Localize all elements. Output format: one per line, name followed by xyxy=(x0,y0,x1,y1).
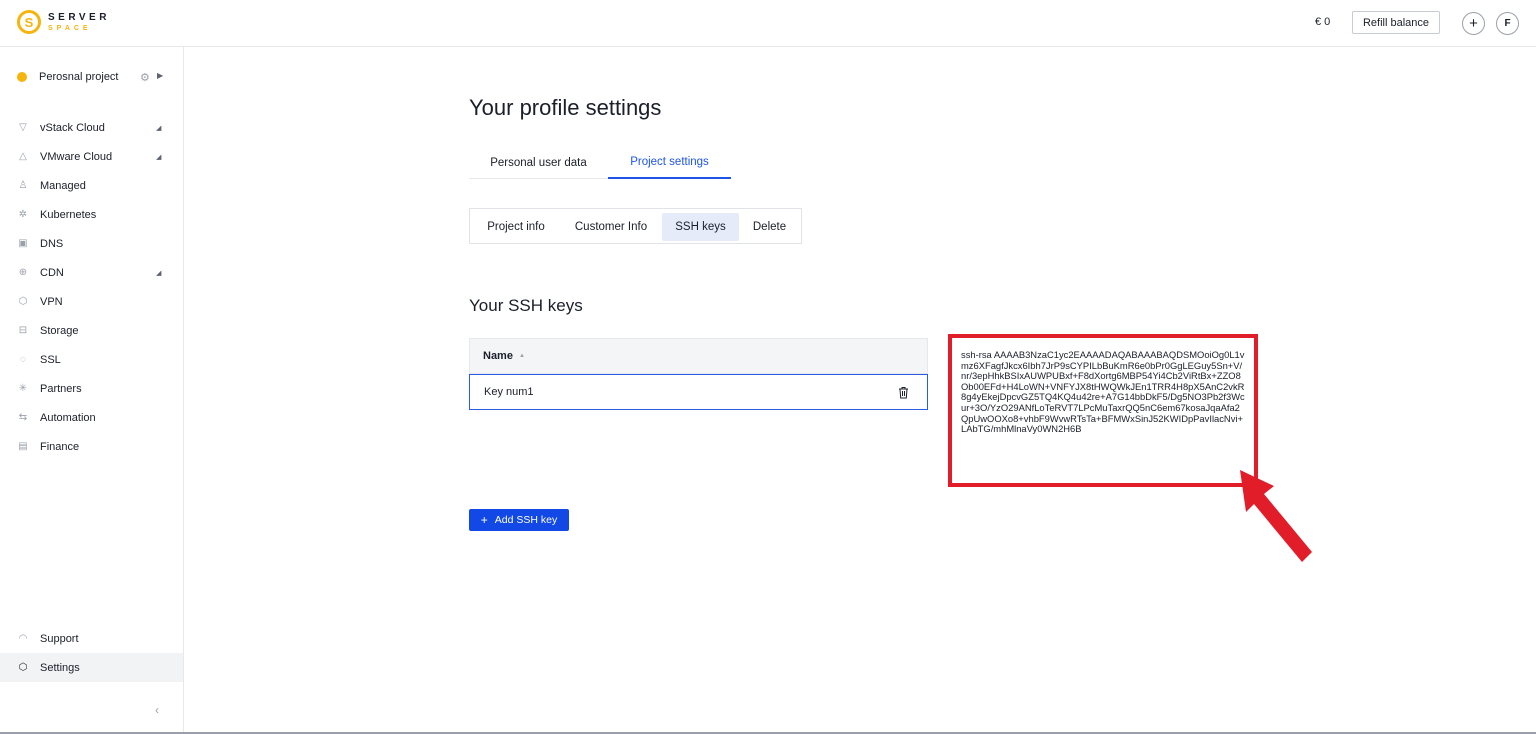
ssh-keys-table: Name ▲ Key num1 xyxy=(469,338,928,410)
sidebar-item-label: Partners xyxy=(40,382,82,395)
table-header-name[interactable]: Name ▲ xyxy=(469,338,928,374)
logo-icon: S xyxy=(17,10,41,34)
project-dot-icon xyxy=(17,72,27,82)
expand-caret-icon[interactable]: ◢ xyxy=(156,269,161,277)
expand-caret-icon[interactable]: ◢ xyxy=(156,124,161,132)
subtab-project-info[interactable]: Project info xyxy=(474,213,558,241)
sidebar-item-label: SSL xyxy=(40,353,61,366)
profile-tabs: Personal user data Project settings xyxy=(469,146,731,179)
sidebar-item-kubernetes[interactable]: ✲ Kubernetes xyxy=(0,200,183,229)
project-name: Perosnal project xyxy=(39,71,119,83)
add-icon[interactable]: + xyxy=(1462,12,1485,35)
sidebar-item-label: VMware Cloud xyxy=(40,150,113,163)
sidebar: Perosnal project ⚙ ▶ ▽ vStack Cloud ◢ △ VMwa… xyxy=(0,47,184,734)
page-title: Your profile settings xyxy=(469,95,662,120)
sidebar-item-label: CDN xyxy=(40,266,64,279)
tab-personal-user-data[interactable]: Personal user data xyxy=(469,146,608,179)
sidebar-item-ssl[interactable]: ◌ SSL xyxy=(0,345,183,374)
top-header: S SERVER SPACE € 0 Refill balance + F xyxy=(0,0,1536,47)
logo-text: SERVER SPACE xyxy=(48,11,110,32)
asterisk-icon: ✳ xyxy=(18,383,28,394)
sidebar-item-support[interactable]: ◠ Support xyxy=(0,624,183,653)
ssh-keys-heading: Your SSH keys xyxy=(469,296,583,315)
subtab-customer-info[interactable]: Customer Info xyxy=(563,213,659,241)
column-name-label: Name xyxy=(483,350,513,362)
sidebar-item-finance[interactable]: ▤ Finance xyxy=(0,432,183,461)
sidebar-item-label: Finance xyxy=(40,440,80,453)
ssh-key-name: Key num1 xyxy=(484,386,534,398)
logo-text-bottom: SPACE xyxy=(48,24,92,32)
sidebar-item-label: VPN xyxy=(40,295,63,308)
serverspace-logo[interactable]: S SERVER SPACE xyxy=(17,10,110,34)
subtab-ssh-keys[interactable]: SSH keys xyxy=(662,213,739,241)
sidebar-item-dns[interactable]: ▣ DNS xyxy=(0,229,183,258)
red-arrow-icon xyxy=(1240,470,1312,562)
helm-icon: ✲ xyxy=(18,209,28,220)
add-ssh-key-label: Add SSH key xyxy=(494,514,558,526)
refill-balance-button[interactable]: Refill balance xyxy=(1352,11,1440,34)
sidebar-item-label: Automation xyxy=(40,411,96,424)
sidebar-item-storage[interactable]: ⊟ Storage xyxy=(0,316,183,345)
plus-icon: + xyxy=(480,513,488,527)
shield-icon: ⬡ xyxy=(18,296,28,307)
dns-icon: ▣ xyxy=(18,238,28,249)
triangle-down-icon: ▽ xyxy=(19,122,27,133)
sidebar-item-label: Support xyxy=(40,632,79,645)
sidebar-item-label: Settings xyxy=(40,661,80,674)
document-icon: ▤ xyxy=(18,441,28,452)
sidebar-item-label: Managed xyxy=(40,179,86,192)
lock-shield-icon: ◌ xyxy=(20,354,26,365)
subtab-delete[interactable]: Delete xyxy=(742,213,797,241)
globe-icon: ⊕ xyxy=(18,267,28,278)
collapse-sidebar-icon[interactable]: ‹ xyxy=(155,703,159,717)
ssh-key-value: ssh-rsa AAAAB3NzaC1yc2EAAAADAQABAAABAQDS… xyxy=(961,349,1245,435)
sort-asc-icon[interactable]: ▲ xyxy=(519,353,525,359)
gear-icon[interactable]: ⚙ xyxy=(140,71,150,84)
ssh-key-highlight-box: ssh-rsa AAAAB3NzaC1yc2EAAAADAQABAAABAQDS… xyxy=(948,334,1258,487)
sidebar-item-label: DNS xyxy=(40,237,64,250)
balance-amount: € 0 xyxy=(1315,16,1331,28)
trash-icon[interactable] xyxy=(898,386,909,399)
table-row[interactable]: Key num1 xyxy=(469,374,928,410)
sidebar-item-vpn[interactable]: ⬡ VPN xyxy=(0,287,183,316)
logo-text-top: SERVER xyxy=(48,11,110,23)
arrows-icon: ⇆ xyxy=(18,412,28,423)
chevron-right-icon[interactable]: ▶ xyxy=(157,71,163,80)
sidebar-item-managed[interactable]: ♙ Managed xyxy=(0,171,183,200)
add-ssh-key-button[interactable]: + Add SSH key xyxy=(469,509,569,531)
sidebar-item-label: Storage xyxy=(40,324,79,337)
sidebar-item-settings[interactable]: ⬡ Settings xyxy=(0,653,183,682)
settings-gear-icon: ⬡ xyxy=(18,662,28,673)
sidebar-item-partners[interactable]: ✳ Partners xyxy=(0,374,183,403)
sidebar-item-vmware-cloud[interactable]: △ VMware Cloud ◢ xyxy=(0,142,183,171)
project-selector[interactable]: Perosnal project ⚙ ▶ xyxy=(17,71,177,84)
person-icon: ♙ xyxy=(18,180,28,191)
cloud-icon: △ xyxy=(19,151,27,162)
sidebar-item-label: vStack Cloud xyxy=(40,121,105,134)
database-icon: ⊟ xyxy=(18,325,28,336)
sidebar-item-automation[interactable]: ⇆ Automation xyxy=(0,403,183,432)
sidebar-item-label: Kubernetes xyxy=(40,208,97,221)
headset-icon: ◠ xyxy=(18,633,28,644)
expand-caret-icon[interactable]: ◢ xyxy=(156,153,161,161)
sidebar-item-vstack-cloud[interactable]: ▽ vStack Cloud ◢ xyxy=(0,113,183,142)
sidebar-item-cdn[interactable]: ⊕ CDN ◢ xyxy=(0,258,183,287)
user-avatar-button[interactable]: F xyxy=(1496,12,1519,35)
tab-project-settings[interactable]: Project settings xyxy=(608,146,731,179)
project-subtabs: Project info Customer Info SSH keys Dele… xyxy=(469,208,802,244)
